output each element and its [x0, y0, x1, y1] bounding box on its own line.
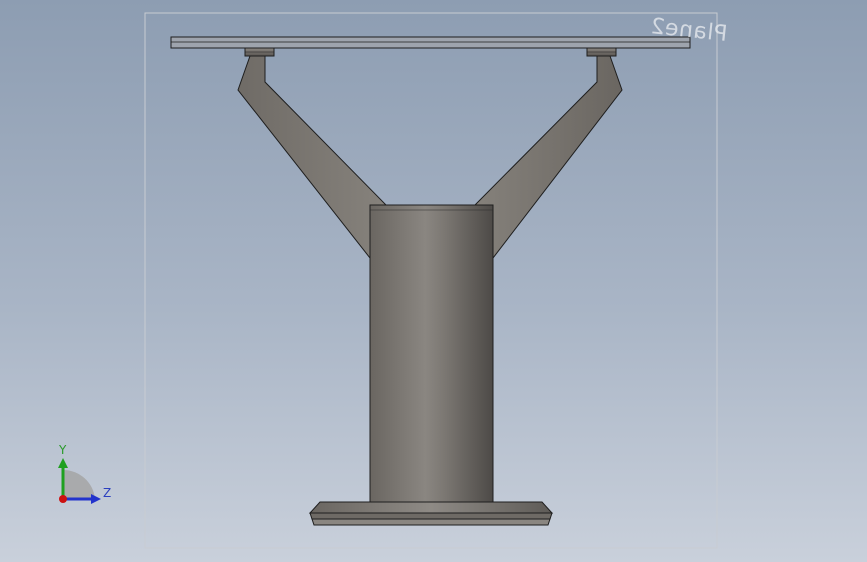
triad-z-label: Z [103, 486, 112, 500]
base-flange[interactable] [308, 501, 554, 526]
right-mount-pad[interactable] [586, 47, 617, 57]
left-mount-pad[interactable] [244, 47, 275, 57]
left-support-arm[interactable] [237, 55, 388, 260]
right-support-arm[interactable] [473, 55, 623, 260]
triad-y-label: Y [59, 443, 67, 457]
model-svg[interactable] [0, 0, 867, 562]
graphics-viewport[interactable]: Plane2 Y Z [0, 0, 867, 562]
view-triad[interactable] [58, 458, 101, 504]
main-column[interactable] [369, 204, 494, 503]
top-plate[interactable] [170, 36, 691, 49]
